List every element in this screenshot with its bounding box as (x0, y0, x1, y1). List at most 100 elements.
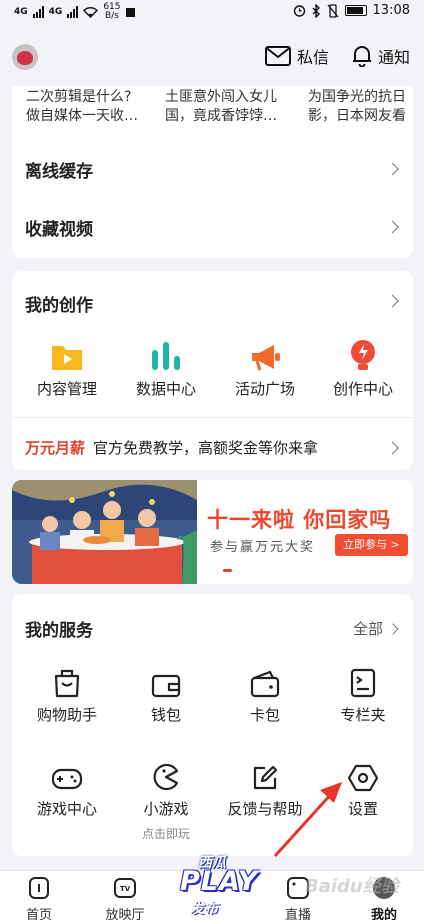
video-title[interactable]: 做自媒体一天收… (26, 107, 161, 126)
shopping-bag-icon (54, 669, 80, 698)
settings-label: 设置 (347, 800, 378, 818)
shopping-assistant-label: 购物助手 (36, 706, 97, 724)
home-icon (29, 877, 49, 899)
svg-text:TV: TV (120, 885, 131, 893)
divider (12, 417, 413, 418)
wallet-label: 钱包 (150, 706, 181, 724)
megaphone-icon (252, 345, 280, 371)
notifications-button[interactable]: 通知 (352, 44, 410, 68)
data-center-label: 数据中心 (135, 380, 196, 398)
salary-promo-row[interactable]: 万元月薪 官方免费教学，高额奖金等你来拿 (12, 437, 413, 458)
profile-header: 私信 通知 (0, 24, 424, 88)
data-center-button[interactable]: 数据中心 (116, 338, 216, 399)
folder-play-icon (52, 346, 82, 370)
video-title[interactable]: 影，日本网友看 (308, 107, 420, 126)
tab-home-label: 首页 (25, 908, 52, 920)
speed-unit: B/s (104, 11, 119, 21)
game-center-label: 游戏中心 (36, 800, 97, 818)
wifi-icon (83, 6, 99, 18)
video-title[interactable]: 为国争光的抗日 (308, 88, 420, 107)
notification-square-icon (125, 7, 135, 17)
services-card: 我的服务 全部 购物助手 钱包 卡包 专栏夹 游戏中心 小游戏 点击即玩 反馈与… (12, 594, 413, 856)
chevron-right-icon (386, 220, 399, 234)
feedback-help-label: 反馈与帮助 (227, 800, 303, 818)
messages-label: 私信 (297, 48, 330, 67)
signal-1-icon (32, 6, 44, 18)
card-pack-button[interactable]: 卡包 (215, 664, 315, 725)
battery-icon (344, 5, 367, 16)
chevron-right-icon (386, 162, 399, 176)
notifications-label: 通知 (378, 48, 411, 67)
banner-subtitle: 参与赢万元大奖 (210, 540, 316, 555)
watermark: Baidu经验 (305, 876, 399, 897)
creator-center-label: 创作中心 (332, 380, 393, 398)
column-folder-icon (350, 668, 376, 698)
avatar[interactable] (12, 44, 38, 70)
status-bar: 4G 4G 615 B/s 13:08 (0, 0, 424, 24)
bar-chart-icon (152, 342, 180, 370)
tab-cinema-label: 放映厅 (105, 908, 145, 920)
xigua-play-publish-button[interactable]: 西瓜 PLAY 发布 (168, 852, 260, 918)
messages-button[interactable]: 私信 (265, 44, 329, 68)
services-all-link[interactable]: 全部 (353, 618, 399, 639)
clock: 13:08 (372, 3, 410, 18)
activity-plaza-button[interactable]: 活动广场 (215, 338, 315, 399)
signal-2-label: 4G (48, 6, 63, 17)
column-folder-button[interactable]: 专栏夹 (313, 664, 413, 725)
wallet-button[interactable]: 钱包 (116, 664, 216, 725)
video-title[interactable]: 土匪意外闯入女儿 (165, 88, 300, 107)
chevron-right-icon[interactable] (386, 294, 399, 308)
video-title[interactable]: 国，竟成香饽饽… (165, 107, 300, 126)
mini-games-sub: 点击即玩 (141, 827, 190, 841)
logo-bottom-text: 发布 (190, 901, 218, 917)
mini-games-label: 小游戏 (143, 800, 189, 818)
content-management-button[interactable]: 内容管理 (17, 338, 117, 399)
card-pack-label: 卡包 (249, 706, 280, 724)
tab-live-label: 直播 (284, 908, 311, 920)
tab-cinema[interactable]: TV 放映厅 (95, 875, 155, 920)
mail-icon (265, 46, 291, 66)
network-speed: 615 B/s (103, 3, 120, 21)
promo-banner[interactable]: 十一来啦 你回家吗 参与赢万元大奖 立即参与 > (12, 480, 413, 584)
alarm-icon (293, 5, 305, 17)
family-dinner-illustration (12, 480, 197, 584)
settings-hexagon-icon (348, 764, 378, 792)
tab-me-label: 我的 (370, 908, 397, 920)
favorites-label: 收藏视频 (25, 219, 93, 240)
shopping-assistant-button[interactable]: 购物助手 (17, 664, 117, 725)
services-title: 我的服务 (25, 621, 93, 641)
column-folder-label: 专栏夹 (340, 706, 386, 724)
mini-games-button[interactable]: 小游戏 点击即玩 (116, 758, 216, 842)
pacman-icon (153, 763, 179, 791)
feedback-help-button[interactable]: 反馈与帮助 (215, 758, 315, 819)
mute-icon (327, 3, 339, 18)
video-title[interactable]: 二次剪辑是什么? (26, 88, 161, 107)
edit-icon (253, 765, 278, 790)
video-history-titles: 二次剪辑是什么? 做自媒体一天收… 土匪意外闯入女儿 国，竟成香饽饽… 为国争光… (0, 88, 424, 130)
banner-title: 十一来啦 你回家吗 (207, 508, 392, 532)
promo-highlight: 万元月薪 (25, 439, 86, 457)
bluetooth-icon (312, 3, 320, 18)
gamepad-icon (51, 768, 83, 790)
signal-2-icon (67, 6, 79, 18)
wallet-icon (151, 674, 181, 698)
tab-home[interactable]: 首页 (9, 875, 69, 920)
banner-join-button[interactable]: 立即参与 > (335, 534, 408, 556)
card-holder-icon (250, 670, 280, 698)
creation-title: 我的创作 (25, 296, 93, 316)
chevron-right-icon (386, 441, 399, 454)
signal-1-label: 4G (14, 6, 28, 17)
tv-icon: TV (114, 878, 136, 898)
lightbulb-icon (351, 340, 375, 370)
favorites-row[interactable]: 收藏视频 (12, 198, 413, 256)
content-management-label: 内容管理 (36, 380, 97, 398)
bell-icon (353, 46, 371, 67)
game-center-button[interactable]: 游戏中心 (17, 758, 117, 819)
settings-button[interactable]: 设置 (313, 758, 413, 819)
chevron-right-icon (387, 622, 399, 635)
creator-center-button[interactable]: 创作中心 (313, 338, 413, 399)
logo-main-text: PLAY (180, 866, 259, 897)
offline-cache-label: 离线缓存 (25, 161, 93, 182)
offline-cache-row[interactable]: 离线缓存 (12, 140, 413, 198)
activity-plaza-label: 活动广场 (234, 380, 295, 398)
